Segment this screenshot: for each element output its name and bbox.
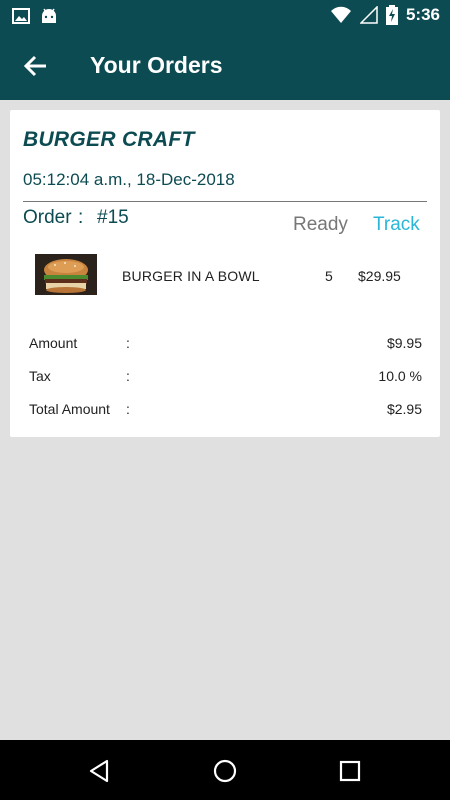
status-bar: 5:36 xyxy=(0,0,450,32)
signal-icon xyxy=(359,6,378,24)
order-status: Ready xyxy=(293,214,348,235)
tax-label: Tax xyxy=(29,368,51,384)
back-triangle-icon[interactable] xyxy=(87,758,113,784)
amount-label: Amount xyxy=(29,335,78,351)
total-amount-colon: : xyxy=(126,401,130,417)
order-datetime: 05:12:04 a.m., 18-Dec-2018 xyxy=(23,170,235,189)
burger-image xyxy=(35,254,97,295)
app-bar: Your Orders xyxy=(0,32,450,100)
wifi-icon xyxy=(330,6,351,23)
total-amount-label: Total Amount xyxy=(29,401,110,417)
order-colon: : xyxy=(78,207,84,228)
battery-charging-icon xyxy=(385,5,398,25)
tax-colon: : xyxy=(126,368,130,384)
order-number: #15 xyxy=(97,207,129,228)
home-circle-icon[interactable] xyxy=(212,758,238,784)
item-quantity: 5 xyxy=(325,268,333,284)
android-icon xyxy=(42,8,56,23)
item-price: $29.95 xyxy=(358,268,401,284)
track-button[interactable]: Track xyxy=(373,214,420,236)
amount-colon: : xyxy=(126,335,130,351)
total-amount-value: $2.95 xyxy=(386,401,422,417)
order-label: Order xyxy=(23,207,72,228)
restaurant-name: BURGER CRAFT xyxy=(23,128,195,151)
tax-value: 10.0 % xyxy=(378,368,422,384)
image-icon xyxy=(12,8,30,24)
clock: 5:36 xyxy=(405,5,440,24)
amount-value: $9.95 xyxy=(386,335,422,351)
item-name: BURGER IN A BOWL xyxy=(122,268,260,284)
order-card: BURGER CRAFT 05:12:04 a.m., 18-Dec-2018 … xyxy=(10,110,440,437)
arrow-left-icon[interactable] xyxy=(22,52,50,80)
divider xyxy=(23,201,427,202)
navigation-bar xyxy=(0,740,450,800)
page-title: Your Orders xyxy=(90,52,223,78)
recents-square-icon[interactable] xyxy=(337,758,363,784)
